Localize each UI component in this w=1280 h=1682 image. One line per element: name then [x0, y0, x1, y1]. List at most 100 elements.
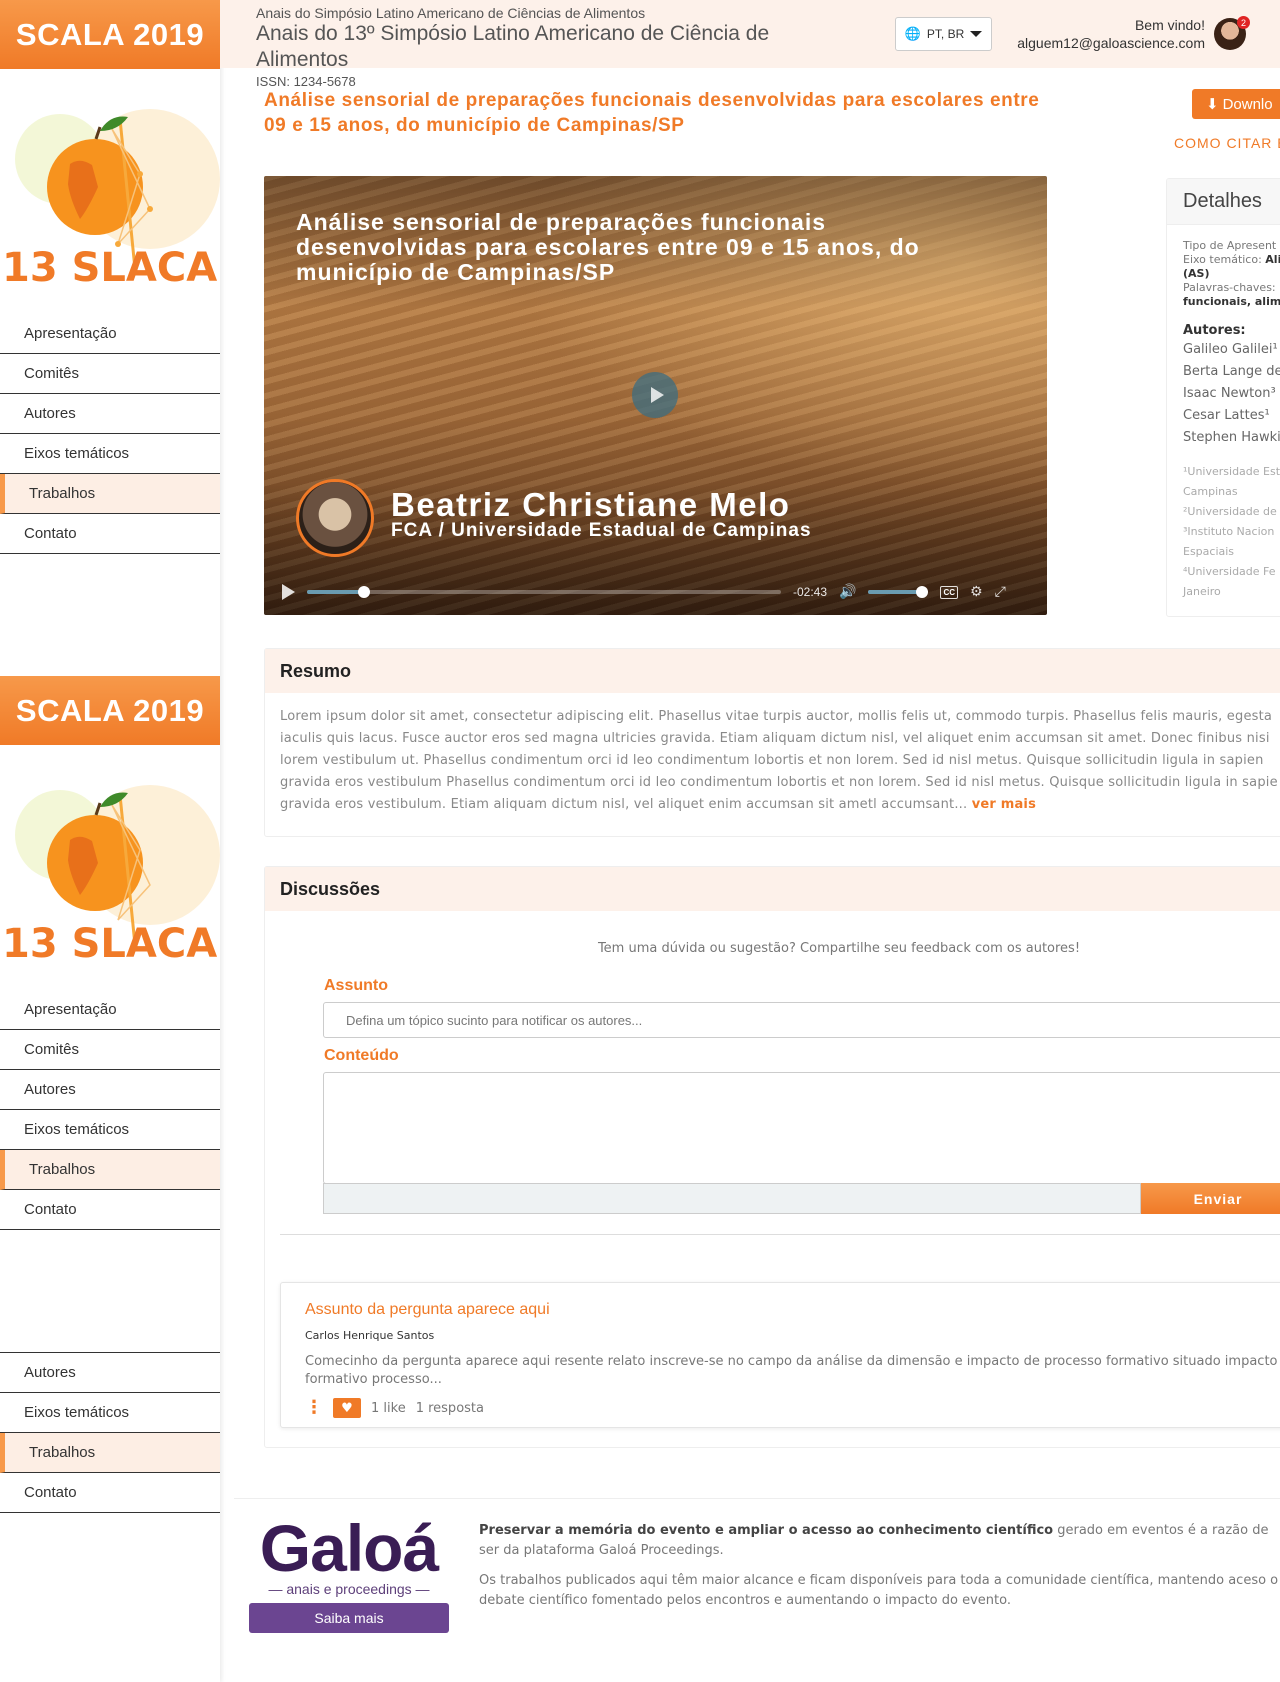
affiliation-line: Espaciais: [1183, 545, 1235, 558]
resumo-text: Lorem ipsum dolor sit amet, consectetur …: [265, 693, 1280, 829]
author-item[interactable]: Galileo Galilei¹: [1183, 340, 1280, 360]
theme-axis-label: Eixo temático:: [1183, 253, 1262, 266]
nav-item-apresentacao[interactable]: Apresentação: [0, 990, 220, 1030]
fullscreen-icon[interactable]: ⤢: [995, 584, 1006, 600]
affiliation-line: ¹Universidade Est: [1183, 465, 1280, 478]
nav-item-apresentacao[interactable]: Apresentação: [0, 314, 220, 354]
nav-item-autores[interactable]: Autores: [0, 1353, 220, 1393]
nav-item-trabalhos[interactable]: Trabalhos: [0, 474, 220, 514]
theme-axis: Eixo temático: Ali: [1183, 253, 1280, 267]
author-item[interactable]: Cesar Lattes¹: [1183, 406, 1280, 426]
discussions-card: Discussões Tem uma dúvida ou sugestão? C…: [264, 866, 1280, 1448]
video-player[interactable]: Análise sensorial de preparações funcion…: [264, 176, 1047, 615]
details-heading: Detalhes: [1167, 179, 1280, 225]
question-actions: ⋮ ♥ 1 like 1 resposta: [305, 1398, 484, 1418]
nav-item-autores[interactable]: Autores: [0, 1070, 220, 1110]
speaker-institution: FCA / Universidade Estadual de Campinas: [391, 520, 812, 541]
question-body: Comecinho da pergunta aparece aqui resen…: [305, 1354, 1280, 1387]
time-remaining: -02:43: [793, 585, 828, 599]
more-options-icon[interactable]: ⋮: [305, 1399, 323, 1417]
event-logo-text-repeat: 13 SLACA: [2, 921, 217, 967]
download-label: Downlo: [1222, 95, 1273, 113]
speaker-photo: [296, 479, 374, 557]
nav-item-trabalhos[interactable]: Trabalhos: [0, 1150, 220, 1190]
galoa-tagline: — anais e proceedings —: [268, 1581, 430, 1597]
nav-item-eixos[interactable]: Eixos temáticos: [0, 1393, 220, 1433]
progress-fill: [307, 590, 364, 594]
cite-link[interactable]: COMO CITAR E: [1174, 135, 1280, 151]
learn-more-button[interactable]: Saiba mais: [249, 1603, 449, 1633]
like-button[interactable]: ♥: [333, 1398, 361, 1418]
sidebar: SCALA 2019 13 SLACA Apresentação Comitês…: [0, 0, 220, 1682]
galoa-logo: Galoá — anais e proceedings —: [254, 1511, 444, 1597]
footer-paragraph-1: Preservar a memória do evento e ampliar …: [479, 1521, 1279, 1561]
download-button[interactable]: ⬇ Downlo: [1192, 89, 1280, 119]
subject-input[interactable]: Defina um tópico sucinto para notificar …: [323, 1002, 1280, 1038]
author-item[interactable]: Isaac Newton³: [1183, 384, 1280, 404]
send-button[interactable]: Enviar: [1141, 1183, 1280, 1214]
user-greeting[interactable]: Bem vindo! alguem12@galoascience.com: [1017, 16, 1205, 52]
galoa-wordmark: Galoá: [259, 1511, 439, 1585]
proceedings-subtitle: Anais do Simpósio Latino Americano de Ci…: [256, 5, 646, 21]
keywords-value: funcionais, alime: [1183, 295, 1280, 308]
author-item[interactable]: Berta Lange de: [1183, 362, 1280, 382]
nav-item-eixos[interactable]: Eixos temáticos: [0, 1110, 220, 1150]
subject-label: Assunto: [324, 977, 388, 994]
download-icon: ⬇: [1206, 96, 1219, 113]
resumo-heading: Resumo: [265, 649, 1280, 693]
speaker-name: Beatriz Christiane Melo: [391, 486, 791, 523]
authors-heading: Autores:: [1183, 323, 1246, 338]
nav-item-comites[interactable]: Comitês: [0, 1030, 220, 1070]
editor-toolbar: [323, 1183, 1141, 1214]
event-logo-text: 13 SLACA: [2, 245, 217, 291]
affiliation-line: Janeiro: [1183, 585, 1221, 598]
play-button[interactable]: [282, 584, 295, 600]
affiliation-line: Campinas: [1183, 485, 1238, 498]
volume-slider[interactable]: [868, 586, 929, 598]
issn: ISSN: 1234-5678: [256, 74, 356, 89]
heart-icon: ♥: [341, 1400, 353, 1416]
details-card: Detalhes Tipo de Apresent Eixo temático:…: [1166, 178, 1280, 617]
affiliation-line: ⁴Universidade Fe: [1183, 565, 1276, 578]
theme-axis-value: Ali: [1265, 253, 1280, 266]
progress-bar[interactable]: [307, 586, 781, 598]
read-more-link[interactable]: ver mais: [972, 797, 1036, 812]
nav-item-contato[interactable]: Contato: [0, 1190, 220, 1230]
resumo-body: Lorem ipsum dolor sit amet, consectetur …: [280, 709, 1278, 812]
proceedings-title[interactable]: Anais do 13º Simpósio Latino Americano d…: [256, 21, 816, 73]
settings-gear-icon[interactable]: ⚙: [970, 584, 983, 600]
language-selector[interactable]: 🌐 PT, BR: [895, 17, 992, 51]
nav-item-autores[interactable]: Autores: [0, 394, 220, 434]
reply-count[interactable]: 1 resposta: [416, 1401, 484, 1416]
question-card[interactable]: Assunto da pergunta aparece aqui Carlos …: [280, 1282, 1280, 1428]
event-logo: 13 SLACA: [0, 69, 220, 314]
volume-fill: [868, 590, 923, 594]
volume-icon[interactable]: 🔊: [839, 584, 856, 600]
nav-item-contato[interactable]: Contato: [0, 1473, 220, 1513]
play-icon[interactable]: [632, 372, 678, 418]
notification-badge[interactable]: 2: [1237, 16, 1250, 29]
affiliations: ¹Universidade Est Campinas ²Universidade…: [1183, 462, 1280, 602]
nav-item-contato[interactable]: Contato: [0, 514, 220, 554]
footer-paragraph-2: Os trabalhos publicados aqui têm maior a…: [479, 1573, 1279, 1608]
content-textarea[interactable]: [323, 1072, 1280, 1184]
paper-title: Análise sensorial de preparações funcion…: [264, 90, 1040, 136]
footer-description: Preservar a memória do evento e ampliar …: [479, 1521, 1279, 1611]
nav-item-comites[interactable]: Comitês: [0, 354, 220, 394]
caret-down-icon: [970, 31, 983, 37]
keywords-label: Palavras-chaves:: [1183, 281, 1276, 294]
nav-item-eixos[interactable]: Eixos temáticos: [0, 434, 220, 474]
sidebar-nav: Apresentação Comitês Autores Eixos temát…: [0, 314, 220, 554]
discussions-heading: Discussões: [265, 867, 1280, 911]
presentation-type-label: Tipo de Apresent: [1183, 239, 1277, 252]
nav-item-trabalhos[interactable]: Trabalhos: [0, 1433, 220, 1473]
event-logo-repeat: 13 SLACA: [0, 745, 220, 990]
progress-handle[interactable]: [357, 586, 370, 598]
language-label: PT, BR: [926, 27, 965, 41]
question-title[interactable]: Assunto da pergunta aparece aqui: [305, 1301, 550, 1319]
captions-icon[interactable]: CC: [940, 585, 959, 599]
like-count: 1 like: [371, 1400, 406, 1416]
volume-handle[interactable]: [916, 586, 929, 598]
author-item[interactable]: Stephen Hawki: [1183, 428, 1280, 448]
user-email: alguem12@galoascience.com: [1017, 35, 1205, 51]
